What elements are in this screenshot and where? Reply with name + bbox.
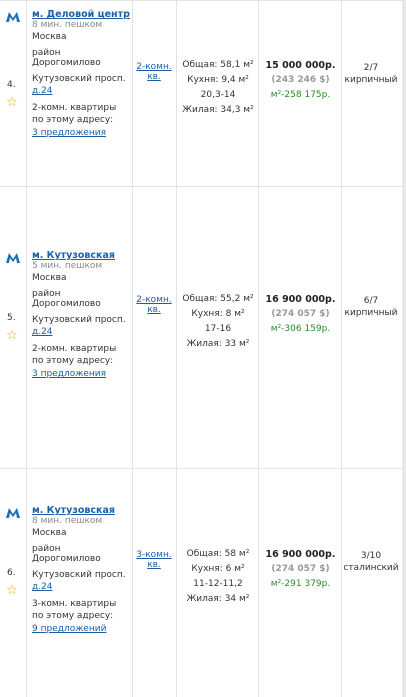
walk-time: 8 мин. пешком <box>32 516 103 526</box>
column-divider <box>132 469 133 697</box>
kitchen-area: Кухня: 6 м² <box>191 564 245 574</box>
price-per-sqm: м²-291 379р. <box>270 579 331 589</box>
total-area: Общая: 58 м² <box>186 549 250 559</box>
offers-link[interactable]: 3 предложения <box>32 369 130 379</box>
listing-row: 4. ☆ м. Деловой центр 8 мин. пешком Моск… <box>0 0 406 187</box>
column-divider <box>176 187 177 469</box>
rooms-link[interactable]: 2-комн. кв. <box>136 295 171 315</box>
rooms-link[interactable]: 3-комн. кв. <box>136 550 171 570</box>
district: район Дорогомилово <box>32 289 101 309</box>
price-total: 16 900 000р. <box>265 549 336 560</box>
price-total: 16 900 000р. <box>265 294 336 305</box>
building-type: сталинский <box>343 563 399 573</box>
column-divider <box>132 0 133 187</box>
floor-cell: 2/7 кирпичный <box>343 62 399 86</box>
building-type: кирпичный <box>344 75 398 85</box>
street: Кутузовский просп. <box>32 570 126 580</box>
price-cell: 16 900 000р. (274 057 $) м²-291 379р. <box>260 547 341 592</box>
total-area: Общая: 58,1 м² <box>182 60 254 70</box>
listing-row: 6. ☆ м. Кутузовская 8 мин. пешком Москва… <box>0 469 406 697</box>
price-cell: 15 000 000р. (243 246 $) м²-258 175р. <box>260 58 341 103</box>
similar-offers-text: 3-комн. квартиры по этому адресу: <box>32 599 117 621</box>
price-per-sqm: м²-258 175р. <box>270 90 331 100</box>
listing-number: 6. <box>7 568 16 578</box>
rooms-area: 20,3-14 <box>200 90 236 100</box>
living-area: Жилая: 33 м² <box>186 339 250 349</box>
living-area: Жилая: 34 м² <box>186 594 250 604</box>
living-area: Жилая: 34,3 м² <box>182 105 254 115</box>
address-cell: м. Деловой центр 8 мин. пешком Москва ра… <box>32 9 130 144</box>
kitchen-area: Кухня: 9,4 м² <box>187 75 249 85</box>
column-divider <box>258 187 259 469</box>
price-usd: (243 246 $) <box>271 75 330 85</box>
price-usd: (274 057 $) <box>271 309 330 319</box>
metro-logo-icon <box>6 508 20 518</box>
floor: 3/10 <box>360 551 382 561</box>
kitchen-area: Кухня: 8 м² <box>191 309 245 319</box>
total-area: Общая: 55,2 м² <box>182 294 254 304</box>
column-divider <box>132 187 133 469</box>
walk-time: 5 мин. пешком <box>32 261 103 271</box>
listing-number: 5. <box>7 313 16 323</box>
floor: 2/7 <box>363 63 379 73</box>
offers-link[interactable]: 3 предложения <box>32 128 130 138</box>
city: Москва <box>32 273 67 283</box>
address-cell: м. Кутузовская 8 мин. пешком Москва райо… <box>32 505 130 640</box>
column-divider <box>341 469 342 697</box>
column-divider <box>26 469 27 697</box>
rooms-cell: 2-комн. кв. <box>134 295 174 315</box>
listing-number: 4. <box>7 80 16 90</box>
column-divider <box>258 469 259 697</box>
house-link[interactable]: д.24 <box>32 327 130 337</box>
column-divider <box>26 187 27 469</box>
building-type: кирпичный <box>344 308 398 318</box>
column-divider <box>258 0 259 187</box>
city: Москва <box>32 528 67 538</box>
floor-cell: 3/10 сталинский <box>343 550 399 574</box>
district: район Дорогомилово <box>32 48 101 68</box>
metro-station-link[interactable]: м. Деловой центр <box>32 9 130 20</box>
area-cell: Общая: 55,2 м² Кухня: 8 м² 17-16 Жилая: … <box>178 292 258 352</box>
rooms-cell: 3-комн. кв. <box>134 550 174 570</box>
price-total: 15 000 000р. <box>265 60 336 71</box>
house-link[interactable]: д.24 <box>32 86 130 96</box>
address-cell: м. Кутузовская 5 мин. пешком Москва райо… <box>32 250 130 385</box>
metro-station-link[interactable]: м. Кутузовская <box>32 505 130 516</box>
rooms-link[interactable]: 2-комн. кв. <box>136 62 171 82</box>
listing-row: 5. ☆ м. Кутузовская 5 мин. пешком Москва… <box>0 187 406 469</box>
similar-offers-text: 2-комн. квартиры по этому адресу: <box>32 103 117 125</box>
star-outline-icon[interactable]: ☆ <box>6 329 18 342</box>
price-usd: (274 057 $) <box>271 564 330 574</box>
rooms-area: 17-16 <box>204 324 232 334</box>
city: Москва <box>32 32 67 42</box>
area-cell: Общая: 58 м² Кухня: 6 м² 11-12-11,2 Жила… <box>178 547 258 607</box>
house-link[interactable]: д.24 <box>32 582 130 592</box>
scrollbar-edge[interactable] <box>402 0 406 697</box>
metro-logo-icon <box>6 12 20 22</box>
area-cell: Общая: 58,1 м² Кухня: 9,4 м² 20,3-14 Жил… <box>178 58 258 118</box>
floor: 6/7 <box>363 296 379 306</box>
metro-station-link[interactable]: м. Кутузовская <box>32 250 130 261</box>
column-divider <box>176 0 177 187</box>
street: Кутузовский просп. <box>32 315 126 325</box>
column-divider <box>341 187 342 469</box>
star-outline-icon[interactable]: ☆ <box>6 584 18 597</box>
walk-time: 8 мин. пешком <box>32 20 103 30</box>
similar-offers-text: 2-комн. квартиры по этому адресу: <box>32 344 117 366</box>
column-divider <box>176 469 177 697</box>
column-divider <box>341 0 342 187</box>
price-cell: 16 900 000р. (274 057 $) м²-306 159р. <box>260 292 341 337</box>
column-divider <box>26 0 27 187</box>
star-outline-icon[interactable]: ☆ <box>6 96 18 109</box>
street: Кутузовский просп. <box>32 74 126 84</box>
district: район Дорогомилово <box>32 544 101 564</box>
floor-cell: 6/7 кирпичный <box>343 295 399 319</box>
metro-logo-icon <box>6 253 20 263</box>
rooms-cell: 2-комн. кв. <box>134 62 174 82</box>
offers-link[interactable]: 9 предложений <box>32 624 130 634</box>
price-per-sqm: м²-306 159р. <box>270 324 331 334</box>
rooms-area: 11-12-11,2 <box>193 579 243 589</box>
